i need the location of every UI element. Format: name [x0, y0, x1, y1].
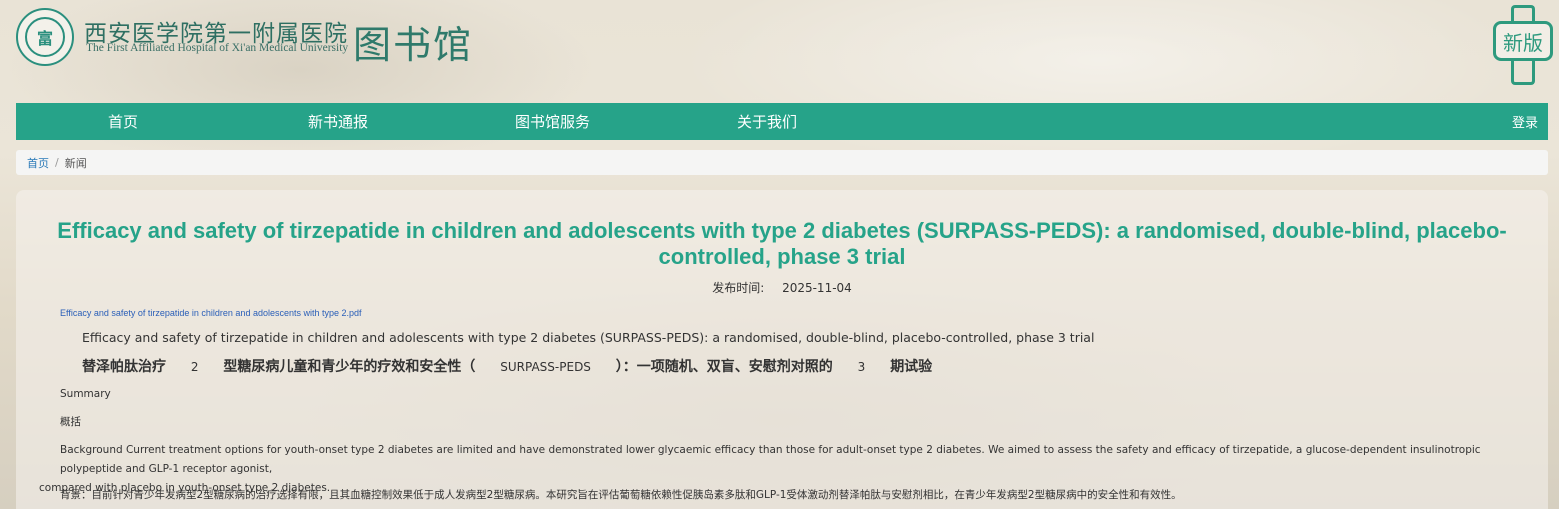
- article-title: Efficacy and safety of tirzepatide in ch…: [57, 218, 1507, 269]
- background-en-line1: Background Current treatment options for…: [60, 444, 1481, 475]
- article-panel: Efficacy and safety of tirzepatide in ch…: [16, 190, 1548, 509]
- breadcrumb: 首页 / 新闻: [16, 150, 1548, 175]
- site-header: 富 西安医学院第一附属医院 The First Affiliated Hospi…: [0, 0, 1559, 100]
- new-version-button[interactable]: 新版: [1490, 5, 1559, 85]
- cn-subtitle-part: 型糖尿病儿童和青少年的疗效和安全性（: [223, 359, 476, 375]
- publish-date: 2025-11-04: [782, 281, 852, 295]
- publish-label: 发布时间:: [712, 281, 765, 295]
- cn-subtitle-part: 2: [190, 360, 199, 374]
- cn-subtitle-part: 期试验: [890, 359, 933, 375]
- hospital-seal-logo[interactable]: 富: [16, 8, 74, 66]
- cn-subtitle-part: 3: [857, 360, 866, 374]
- main-navbar: 首页 新书通报 图书馆服务 关于我们 登录: [16, 103, 1548, 140]
- cn-subtitle-part: SURPASS-PEDS: [500, 360, 591, 374]
- login-link[interactable]: 登录: [1512, 103, 1538, 140]
- pdf-attachment-link[interactable]: Efficacy and safety of tirzepatide in ch…: [60, 308, 362, 318]
- nav-item-home[interactable]: 首页: [108, 103, 138, 140]
- background-paragraph-cn: 背景：目前针对青少年发病型2型糖尿病的治疗选择有限，且其血糖控制效果低于成人发病…: [60, 489, 1182, 501]
- summary-heading-en: Summary: [60, 388, 111, 400]
- breadcrumb-current: 新闻: [64, 156, 87, 170]
- new-version-frame-bottom: [1511, 61, 1535, 85]
- breadcrumb-home[interactable]: 首页: [27, 155, 49, 171]
- cn-subtitle-part: 替泽帕肽治疗: [82, 359, 166, 375]
- publish-info: 发布时间: 2025-11-04: [16, 279, 1548, 296]
- breadcrumb-separator: /: [55, 156, 59, 169]
- nav-item-about-us[interactable]: 关于我们: [737, 103, 797, 140]
- nav-item-new-books[interactable]: 新书通报: [308, 103, 368, 140]
- new-version-label: 新版: [1493, 21, 1553, 61]
- library-title: 图书馆: [353, 23, 474, 67]
- chinese-subtitle: 替泽帕肽治疗 2 型糖尿病儿童和青少年的疗效和安全性（ SURPASS-PEDS…: [82, 356, 932, 376]
- cn-subtitle-part: ）：一项随机、双盲、安慰剂对照的: [615, 359, 833, 375]
- seal-inner: 富: [25, 17, 65, 57]
- hospital-name-en: The First Affiliated Hospital of Xi'an M…: [86, 42, 349, 54]
- summary-heading-cn: 概括: [60, 416, 81, 428]
- english-subtitle: Efficacy and safety of tirzepatide in ch…: [82, 330, 1095, 345]
- nav-item-library-services[interactable]: 图书馆服务: [515, 103, 590, 140]
